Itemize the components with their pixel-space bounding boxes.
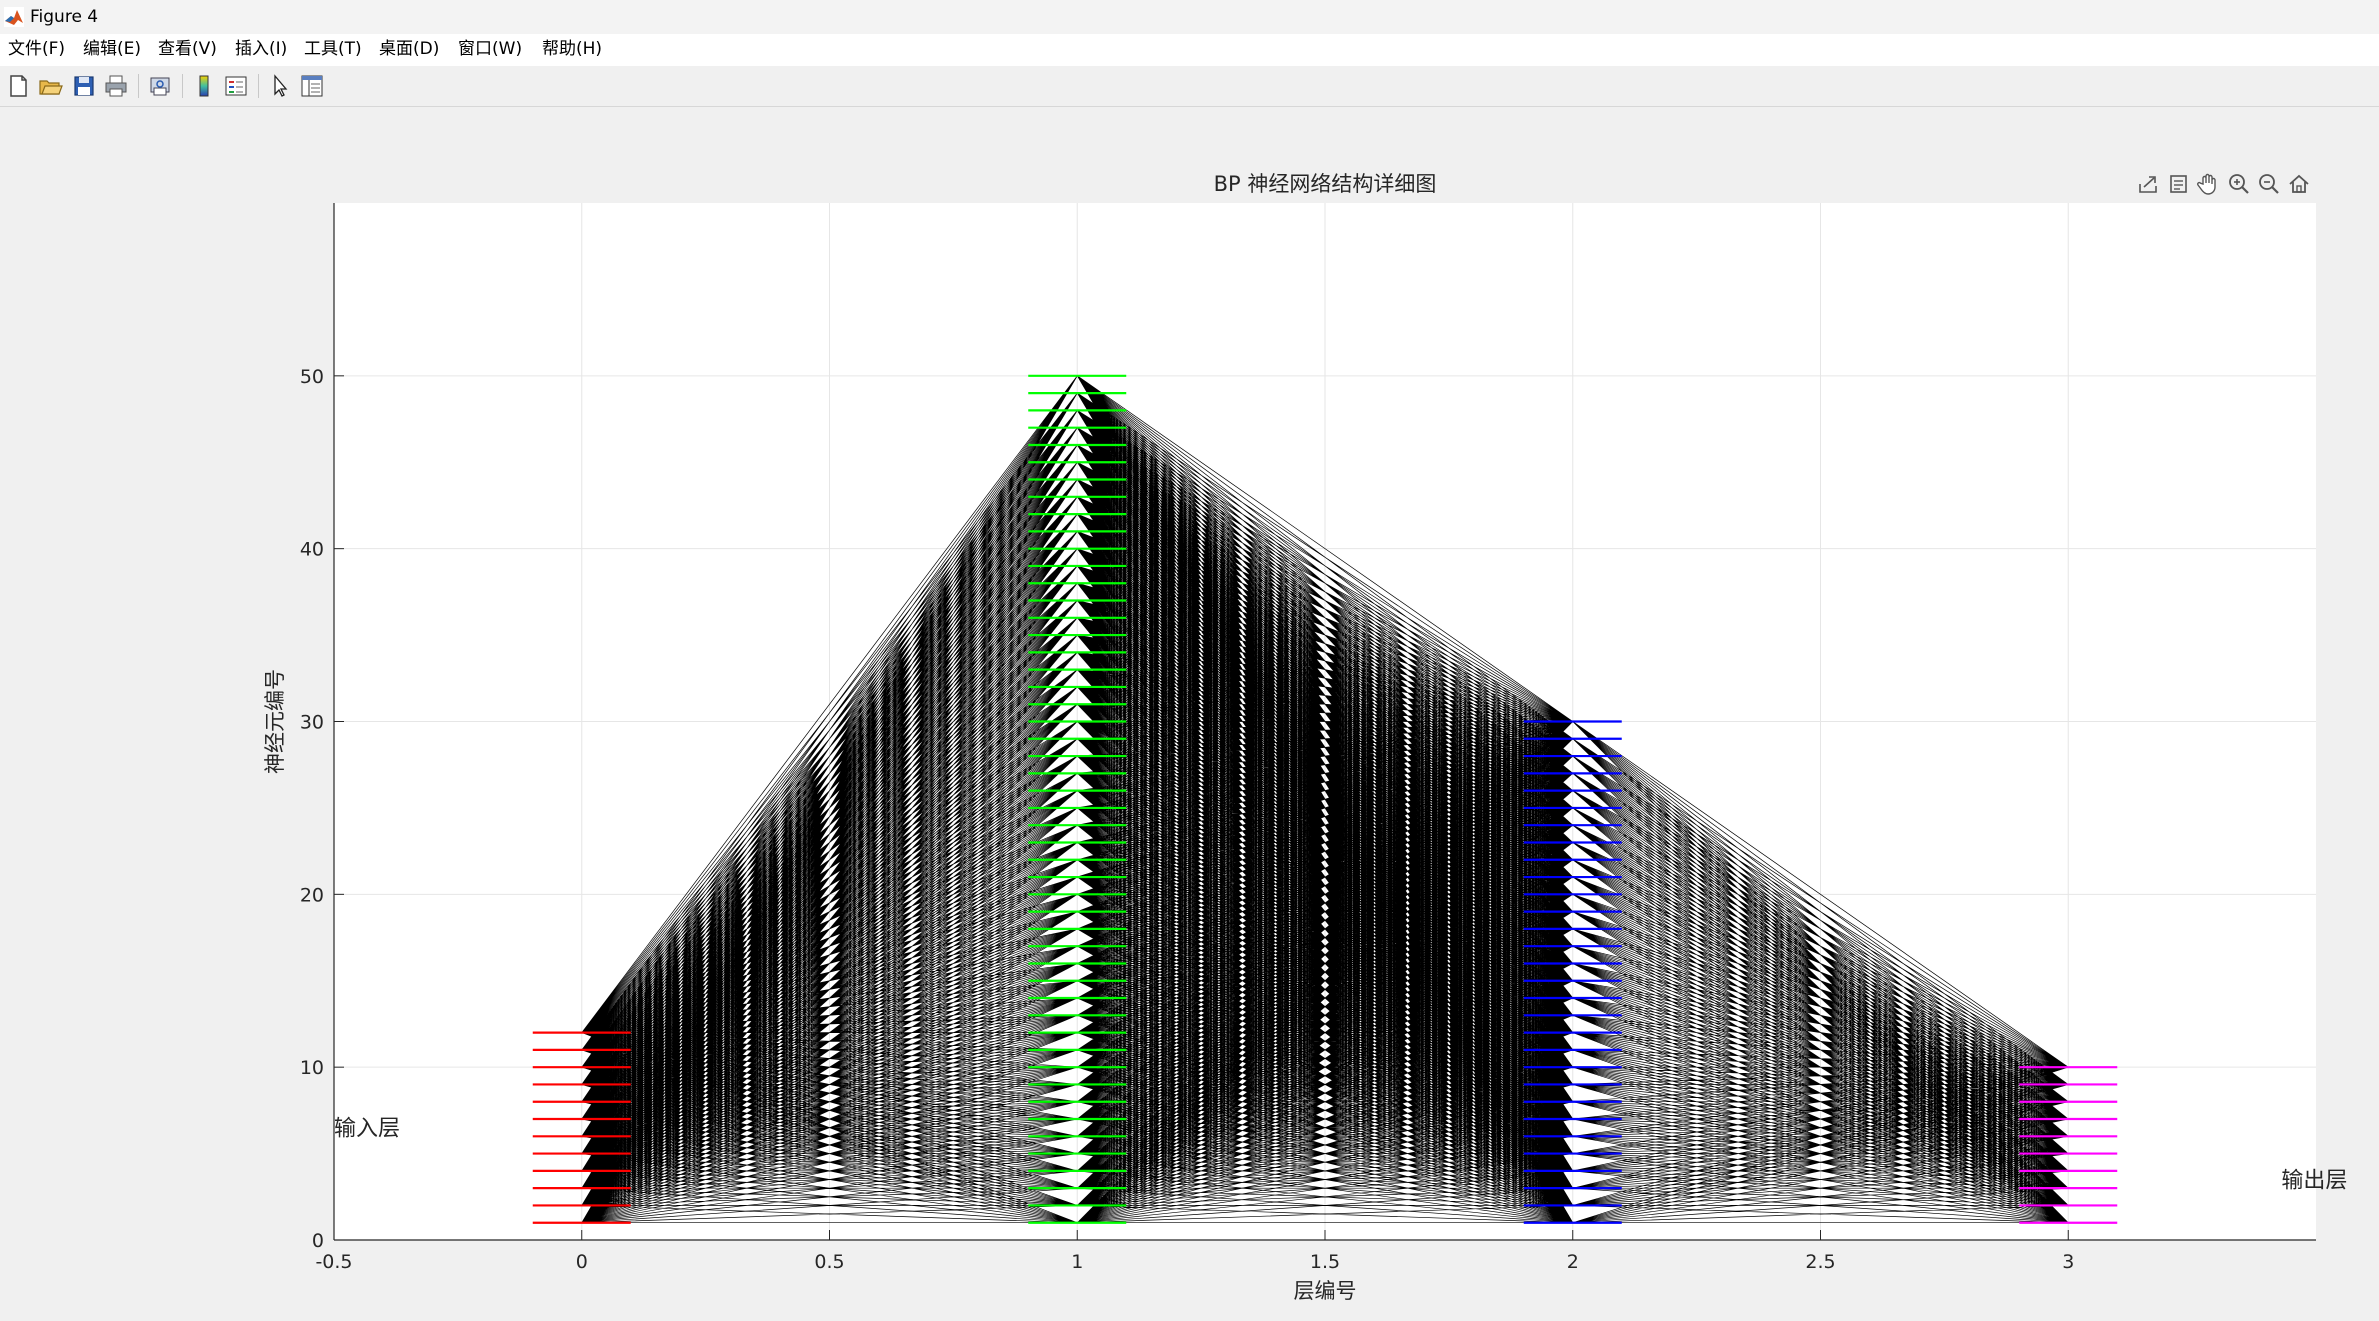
y-tick-label: 20 <box>300 884 324 906</box>
annotation-text: 输出层 <box>2281 1169 2347 1194</box>
x-axis-label: 层编号 <box>1294 1279 1357 1303</box>
x-tick-label: 1.5 <box>1310 1251 1340 1273</box>
y-tick-label: 40 <box>300 539 324 561</box>
axes-plot[interactable]: -0.5 0 0.5 1 1.5 2 2.5 301020304050BP 神经网络结构详细图… <box>0 0 2379 1321</box>
x-tick-label: 0 <box>576 1251 588 1273</box>
chart-title: BP 神经网络结构详细图 <box>1214 172 1437 196</box>
y-tick-label: 10 <box>300 1057 324 1079</box>
x-tick-label: -0.5 <box>315 1251 352 1273</box>
x-tick-label: 0.5 <box>814 1251 844 1273</box>
y-tick-label: 0 <box>312 1230 324 1252</box>
x-tick-label: 3 <box>2062 1251 2074 1273</box>
x-tick-label: 2.5 <box>1805 1251 1835 1273</box>
x-tick-label: 1 <box>1071 1251 1083 1273</box>
y-tick-label: 30 <box>300 712 324 734</box>
annotation-text: 输入层 <box>334 1117 400 1142</box>
x-tick-label: 2 <box>1567 1251 1579 1273</box>
y-axis-label: 神经元编号 <box>263 669 287 774</box>
y-tick-label: 50 <box>300 366 324 388</box>
